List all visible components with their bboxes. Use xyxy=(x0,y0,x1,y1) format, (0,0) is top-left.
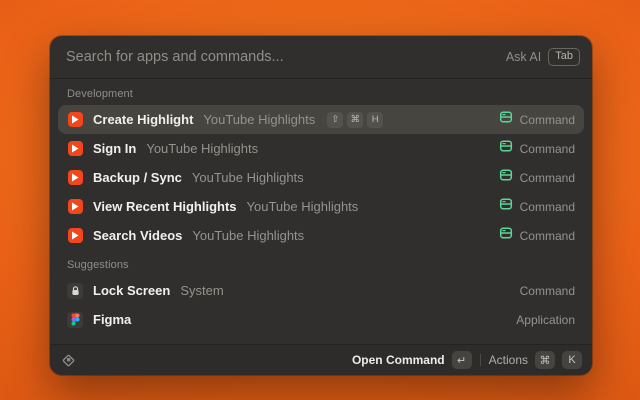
list-item-create-highlight[interactable]: Create Highlight YouTube Highlights ⇧ ⌘ … xyxy=(58,105,584,134)
item-subtitle: YouTube Highlights xyxy=(203,112,315,127)
h-key: H xyxy=(367,112,383,128)
item-title: Lock Screen xyxy=(93,283,170,298)
ask-ai-button[interactable]: Ask AI Tab xyxy=(506,48,580,66)
launcher-window: Ask AI Tab Development Create Highlight … xyxy=(50,36,592,375)
item-subtitle: YouTube Highlights xyxy=(146,141,258,156)
section-header-suggestions: Suggestions xyxy=(58,250,584,276)
open-command-label: Open Command xyxy=(352,353,445,367)
section-header-development: Development xyxy=(58,79,584,105)
command-type-icon xyxy=(499,110,513,129)
list-item-view-recent-highlights[interactable]: View Recent Highlights YouTube Highlight… xyxy=(58,192,584,221)
item-type: Command xyxy=(520,229,575,243)
figma-icon xyxy=(67,312,83,328)
command-type-icon xyxy=(499,139,513,158)
lock-icon xyxy=(67,283,83,299)
item-subtitle: YouTube Highlights xyxy=(192,228,304,243)
search-bar: Ask AI Tab xyxy=(50,36,592,79)
actions-button[interactable]: Actions ⌘ K xyxy=(489,351,582,369)
youtube-extension-icon xyxy=(67,228,83,244)
list-item-figma[interactable]: Figma Application xyxy=(58,305,584,334)
youtube-extension-icon xyxy=(67,170,83,186)
item-shortcut: ⇧ ⌘ H xyxy=(327,112,383,128)
item-title: Search Videos xyxy=(93,228,182,243)
item-title: View Recent Highlights xyxy=(93,199,237,214)
list-item-backup-sync[interactable]: Backup / Sync YouTube Highlights Command xyxy=(58,163,584,192)
item-title: Sign In xyxy=(93,141,136,156)
item-type: Application xyxy=(516,313,575,327)
list-item-sign-in[interactable]: Sign In YouTube Highlights Command xyxy=(58,134,584,163)
item-subtitle: YouTube Highlights xyxy=(247,199,359,214)
item-title: Figma xyxy=(93,312,131,327)
command-key-icon: ⌘ xyxy=(347,112,363,128)
item-type: Command xyxy=(520,171,575,185)
item-title: Backup / Sync xyxy=(93,170,182,185)
command-type-icon xyxy=(499,168,513,187)
command-type-icon xyxy=(499,197,513,216)
command-type-icon xyxy=(499,226,513,245)
ask-ai-label: Ask AI xyxy=(506,50,541,64)
actions-label: Actions xyxy=(489,353,528,367)
item-type: Command xyxy=(520,200,575,214)
k-key: K xyxy=(562,351,582,369)
footer-bar: Open Command ↵ Actions ⌘ K xyxy=(50,344,592,375)
search-input[interactable] xyxy=(66,49,506,65)
youtube-extension-icon xyxy=(67,112,83,128)
return-key-icon: ↵ xyxy=(452,351,472,369)
results-list: Development Create Highlight YouTube Hig… xyxy=(50,79,592,344)
item-subtitle: System xyxy=(180,283,223,298)
item-type: Command xyxy=(520,284,575,298)
list-item-search-videos[interactable]: Search Videos YouTube Highlights Command xyxy=(58,221,584,250)
item-title: Create Highlight xyxy=(93,112,193,127)
raycast-logo-icon xyxy=(60,352,77,369)
item-subtitle: YouTube Highlights xyxy=(192,170,304,185)
open-command-button[interactable]: Open Command ↵ xyxy=(352,351,472,369)
shift-key-icon: ⇧ xyxy=(327,112,343,128)
command-key-icon: ⌘ xyxy=(535,351,555,369)
item-type: Command xyxy=(520,113,575,127)
footer-divider xyxy=(480,354,481,366)
item-type: Command xyxy=(520,142,575,156)
youtube-extension-icon xyxy=(67,199,83,215)
list-item-lock-screen[interactable]: Lock Screen System Command xyxy=(58,276,584,305)
youtube-extension-icon xyxy=(67,141,83,157)
tab-key-badge: Tab xyxy=(548,48,580,66)
